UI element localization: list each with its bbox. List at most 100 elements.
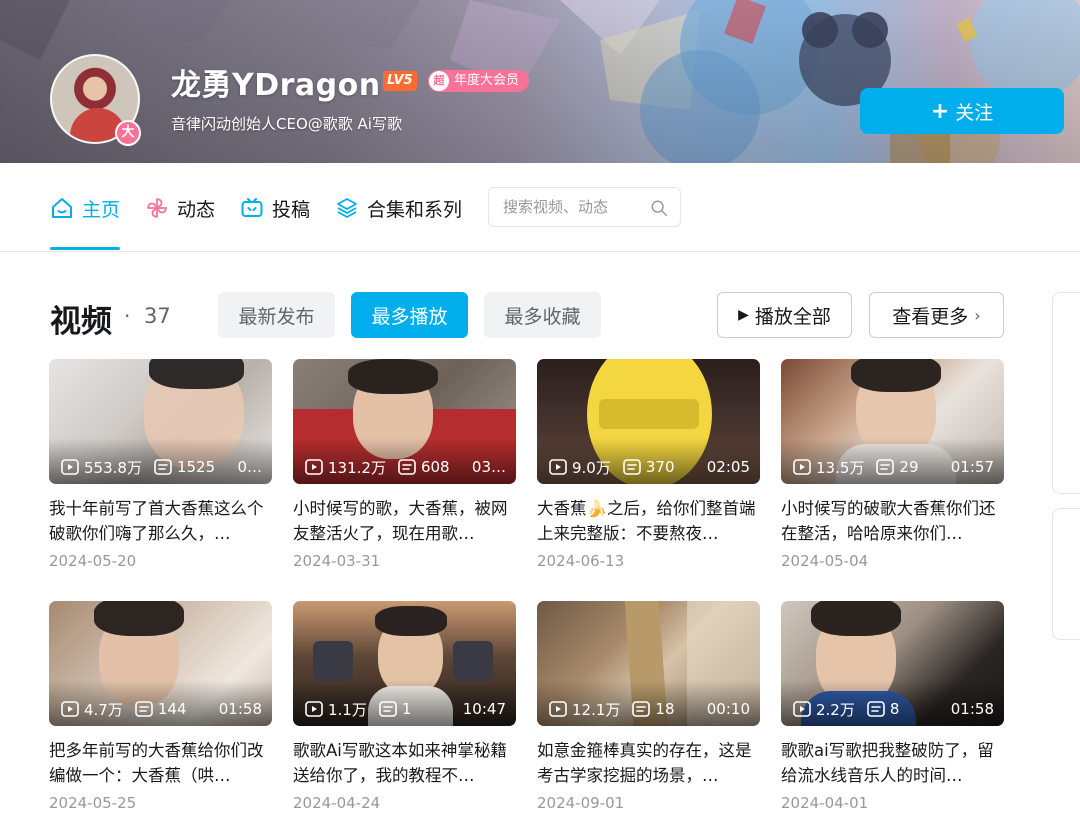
level-badge: LV5 xyxy=(383,71,417,91)
danmaku-icon xyxy=(135,701,153,717)
play-all-label: 播放全部 xyxy=(754,305,831,328)
video-title[interactable]: 小时候写的歌，大香蕉，被网友整活火了，现在用歌… xyxy=(293,496,516,546)
play-count-icon xyxy=(305,701,323,717)
video-duration: 10:47 xyxy=(462,700,506,718)
tab-uploads[interactable]: 投稿 xyxy=(240,193,310,223)
home-icon xyxy=(52,198,72,218)
video-date: 2024-04-01 xyxy=(781,794,869,812)
view-more-button[interactable]: 查看更多 › xyxy=(869,292,1004,338)
danmaku-count: 370 xyxy=(645,458,675,476)
video-date: 2024-06-13 xyxy=(537,552,625,570)
play-count-icon xyxy=(61,701,79,717)
danmaku-count: 1525 xyxy=(176,458,216,476)
video-date: 2024-09-01 xyxy=(537,794,625,812)
avatar-badge: 大 xyxy=(115,120,141,146)
play-count: 1.1万 xyxy=(328,700,367,719)
vip-label: 年度大会员 xyxy=(454,73,520,88)
side-panel-card xyxy=(1052,292,1080,494)
play-icon: ▶ xyxy=(738,307,749,323)
tv-icon xyxy=(241,198,263,217)
video-duration: 02:05 xyxy=(706,458,750,476)
follow-button[interactable]: + 关注 xyxy=(860,88,1064,134)
video-title[interactable]: 如意金箍棒真实的存在，这是考古学家挖掘的场景，… xyxy=(537,738,760,788)
danmaku-icon xyxy=(867,701,885,717)
play-count: 12.1万 xyxy=(572,700,621,719)
sort-latest[interactable]: 最新发布 xyxy=(218,292,335,338)
view-more-label: 查看更多 xyxy=(892,305,969,328)
tab-home-label: 主页 xyxy=(82,198,121,221)
user-signature: 音律闪动创始人CEO@歌歌 Ai写歌 xyxy=(171,115,402,133)
layers-icon xyxy=(337,198,357,218)
video-thumbnail[interactable]: 4.7万 144 01:58 xyxy=(49,601,272,726)
video-duration: 01:58 xyxy=(218,700,262,718)
danmaku-icon xyxy=(876,459,895,475)
play-count-icon xyxy=(793,701,811,717)
video-thumbnail[interactable]: 12.1万 18 00:10 xyxy=(537,601,760,726)
danmaku-count: 29 xyxy=(899,458,919,476)
vip-badge[interactable]: 超 年度大会员 xyxy=(428,70,530,92)
profile-banner xyxy=(0,0,1080,163)
search-box[interactable] xyxy=(488,187,681,227)
chevron-right-icon: › xyxy=(974,305,981,325)
video-date: 2024-04-24 xyxy=(293,794,381,812)
video-duration: 01:58 xyxy=(950,700,994,718)
tab-home[interactable]: 主页 xyxy=(50,193,120,223)
danmaku-icon xyxy=(632,701,651,717)
side-panel-card-2 xyxy=(1052,508,1080,640)
tab-collections-label: 合集和系列 xyxy=(367,198,463,221)
sort-most-favorited[interactable]: 最多收藏 xyxy=(484,292,601,338)
video-date: 2024-05-20 xyxy=(49,552,137,570)
danmaku-count: 608 xyxy=(420,458,450,476)
video-title[interactable]: 歌歌Ai写歌这本如来神掌秘籍送给你了，我的教程不… xyxy=(293,738,516,788)
search-icon[interactable] xyxy=(650,199,668,217)
play-count: 13.5万 xyxy=(816,458,865,477)
video-duration: 03… xyxy=(471,458,506,476)
sort-most-played[interactable]: 最多播放 xyxy=(351,292,468,338)
play-count: 553.8万 xyxy=(84,458,142,477)
play-count-icon xyxy=(549,459,567,475)
danmaku-count: 8 xyxy=(889,700,900,718)
play-count: 131.2万 xyxy=(328,458,386,477)
pinwheel-icon xyxy=(147,198,167,218)
video-title[interactable]: 歌歌ai写歌把我整破防了，留给流水线音乐人的时间… xyxy=(781,738,1004,788)
play-all-button[interactable]: ▶ 播放全部 xyxy=(717,292,852,338)
video-title[interactable]: 小时候写的破歌大香蕉你们还在整活，哈哈原来你们… xyxy=(781,496,1004,546)
danmaku-count: 18 xyxy=(655,700,675,718)
video-date: 2024-05-04 xyxy=(781,552,869,570)
play-count-icon xyxy=(305,459,323,475)
video-thumbnail[interactable]: 2.2万 8 01:58 xyxy=(781,601,1004,726)
profile-nav: 主页 动态 投稿 合集和系列 xyxy=(0,163,1080,252)
tab-dynamic-label: 动态 xyxy=(177,198,216,221)
video-duration: 00:10 xyxy=(706,700,750,718)
video-thumbnail[interactable]: 131.2万 608 03… xyxy=(293,359,516,484)
tab-uploads-label: 投稿 xyxy=(272,198,311,221)
video-title[interactable]: 把多年前写的大香蕉给你们改编做一个：大香蕉（哄… xyxy=(49,738,272,788)
video-date: 2024-05-25 xyxy=(49,794,137,812)
tab-dynamic[interactable]: 动态 xyxy=(145,193,215,223)
video-thumbnail[interactable]: 553.8万 1525 0… xyxy=(49,359,272,484)
video-count: 37 xyxy=(144,304,171,328)
vip-prefix: 超 xyxy=(429,71,449,91)
video-thumbnail[interactable]: 1.1万 1 10:47 xyxy=(293,601,516,726)
danmaku-icon xyxy=(154,459,172,475)
tab-collections[interactable]: 合集和系列 xyxy=(335,193,462,223)
video-thumbnail[interactable]: 13.5万 29 01:57 xyxy=(781,359,1004,484)
video-title[interactable]: 我十年前写了首大香蕉这么个破歌你们嗨了那么久，… xyxy=(49,496,272,546)
play-count: 4.7万 xyxy=(84,700,123,719)
play-count: 2.2万 xyxy=(816,700,855,719)
video-date: 2024-03-31 xyxy=(293,552,381,570)
active-tab-indicator xyxy=(50,247,120,250)
video-title[interactable]: 大香蕉🍌之后，给你们整首端上来完整版：不要熬夜… xyxy=(537,496,760,546)
follow-label: 关注 xyxy=(955,101,994,124)
plus-icon: + xyxy=(930,98,950,124)
username: 龙勇YDragon xyxy=(171,68,381,103)
search-input[interactable] xyxy=(503,188,653,226)
video-thumbnail[interactable]: 9.0万 370 02:05 xyxy=(537,359,760,484)
play-count-icon xyxy=(549,701,567,717)
play-count-icon xyxy=(61,459,79,475)
section-dot: · xyxy=(124,304,131,328)
danmaku-count: 144 xyxy=(157,700,187,718)
danmaku-icon xyxy=(379,701,397,717)
video-duration: 01:57 xyxy=(950,458,994,476)
danmaku-icon xyxy=(623,459,641,475)
